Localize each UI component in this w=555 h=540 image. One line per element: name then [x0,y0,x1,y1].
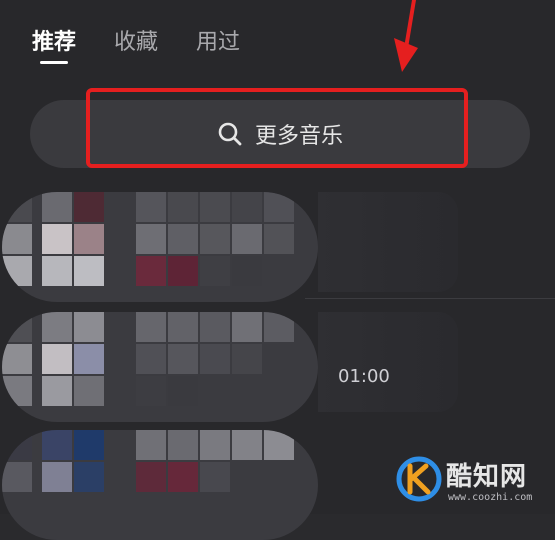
annotation-arrow-icon [394,0,418,72]
divider [305,298,555,299]
blurred-track-thumbnail [2,312,318,422]
k-logo-icon [396,456,442,502]
watermark-name: 酷知网 [446,462,528,492]
list-item[interactable] [0,192,555,302]
active-tab-indicator [40,61,68,64]
watermark-url: www.coozhi.com [448,492,533,503]
track-duration: 01:00 [338,366,390,387]
list-item[interactable] [0,312,555,422]
annotation-highlight-box [86,88,468,168]
music-picker-panel: 推荐 收藏 用过 更多音乐 01:00 酷知网 www.coozhi.com [0,0,555,540]
row-detail-area [318,192,458,292]
blurred-track-thumbnail [2,430,318,540]
tab-recommended[interactable]: 推荐 [32,24,76,56]
tab-used[interactable]: 用过 [196,24,240,56]
blurred-track-thumbnail [2,192,318,302]
tab-favorites[interactable]: 收藏 [114,24,158,56]
row-detail-area [318,312,458,412]
watermark: 酷知网 www.coozhi.com [396,450,555,514]
tab-bar: 推荐 收藏 用过 [32,24,240,56]
